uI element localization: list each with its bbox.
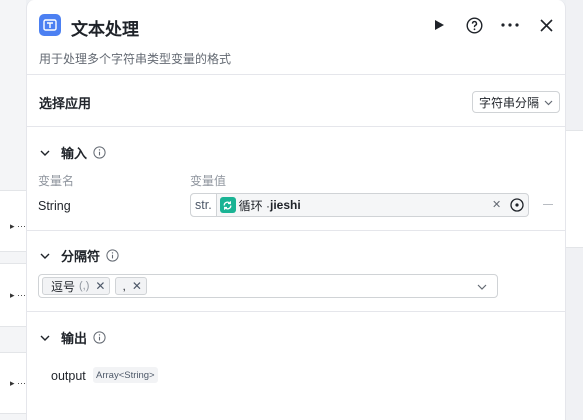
info-icon[interactable]: [106, 249, 119, 262]
text-tool-icon: [39, 14, 61, 36]
canvas-node-card[interactable]: ▸ ···: [0, 263, 26, 327]
canvas-node-label: ▸ ···: [10, 221, 27, 231]
chip-remove-icon[interactable]: ✕: [95, 279, 105, 293]
play-icon[interactable]: [429, 15, 449, 35]
output-section-toggle[interactable]: 输出: [39, 328, 106, 347]
variable-reference: 循环 · jieshi: [219, 197, 301, 214]
node-config-panel: 文本处理 用于处理多个字符串类型变量的格式 选择应用 字符串分隔 输入 变量名 …: [26, 0, 566, 420]
select-app-value: 字符串分隔: [479, 95, 540, 110]
loop-icon: [219, 197, 236, 213]
separator-section-label: 分隔符: [61, 249, 101, 264]
close-icon[interactable]: [536, 15, 556, 35]
canvas-node-card[interactable]: ▸ ···: [0, 352, 26, 414]
variable-name: String: [38, 199, 71, 213]
chevron-down-icon: [40, 335, 50, 341]
divider: [27, 74, 565, 75]
canvas-node-label: ▸ ···: [10, 290, 27, 300]
more-icon[interactable]: [500, 15, 520, 35]
divider: [27, 230, 565, 231]
canvas-node-card[interactable]: [566, 130, 583, 248]
select-app-label: 选择应用: [39, 96, 92, 111]
reference-source: 循环 ·: [238, 198, 271, 213]
target-icon[interactable]: [509, 197, 525, 213]
divider: [27, 311, 565, 312]
separator-chip: 逗号 (,) ✕: [42, 277, 111, 295]
input-section-label: 输入: [61, 146, 88, 161]
chevron-down-icon: [40, 253, 50, 259]
input-section-toggle[interactable]: 输入: [39, 143, 106, 162]
separator-chip: , ✕: [115, 277, 147, 295]
separator-section-toggle[interactable]: 分隔符: [39, 246, 119, 265]
help-icon[interactable]: [464, 15, 484, 35]
output-name: output: [51, 369, 86, 383]
info-icon[interactable]: [93, 331, 106, 344]
canvas-node-label: ▸ ···: [10, 378, 27, 388]
chip-sub: (,): [79, 280, 90, 292]
separator-select[interactable]: 逗号 (,) ✕ , ✕: [38, 274, 498, 298]
chip-remove-icon[interactable]: ✕: [132, 279, 142, 293]
chevron-down-icon: [544, 100, 553, 106]
panel-header: 文本处理 用于处理多个字符串类型变量的格式: [27, 0, 565, 74]
chip-label: ,: [122, 279, 126, 293]
select-app-dropdown[interactable]: 字符串分隔: [472, 91, 560, 113]
panel-description: 用于处理多个字符串类型变量的格式: [39, 52, 232, 66]
output-section-label: 输出: [61, 331, 88, 346]
panel-title: 文本处理: [71, 20, 139, 39]
column-header-value: 变量值: [190, 174, 227, 188]
info-icon[interactable]: [93, 146, 106, 159]
clear-icon[interactable]: ✕: [492, 198, 501, 211]
remove-row-button[interactable]: [543, 204, 553, 205]
variable-value-field[interactable]: str. 循环 · jieshi ✕: [190, 193, 529, 217]
divider: [27, 126, 565, 127]
reference-variable: jieshi: [270, 198, 301, 212]
chevron-down-icon: [477, 284, 487, 290]
chip-label: 逗号: [51, 279, 76, 294]
column-header-name: 变量名: [38, 174, 75, 188]
output-type-badge: Array<String>: [93, 367, 158, 383]
variable-type: str.: [191, 194, 217, 216]
chevron-down-icon: [40, 150, 50, 156]
canvas-node-card[interactable]: ▸ ···: [0, 190, 26, 252]
